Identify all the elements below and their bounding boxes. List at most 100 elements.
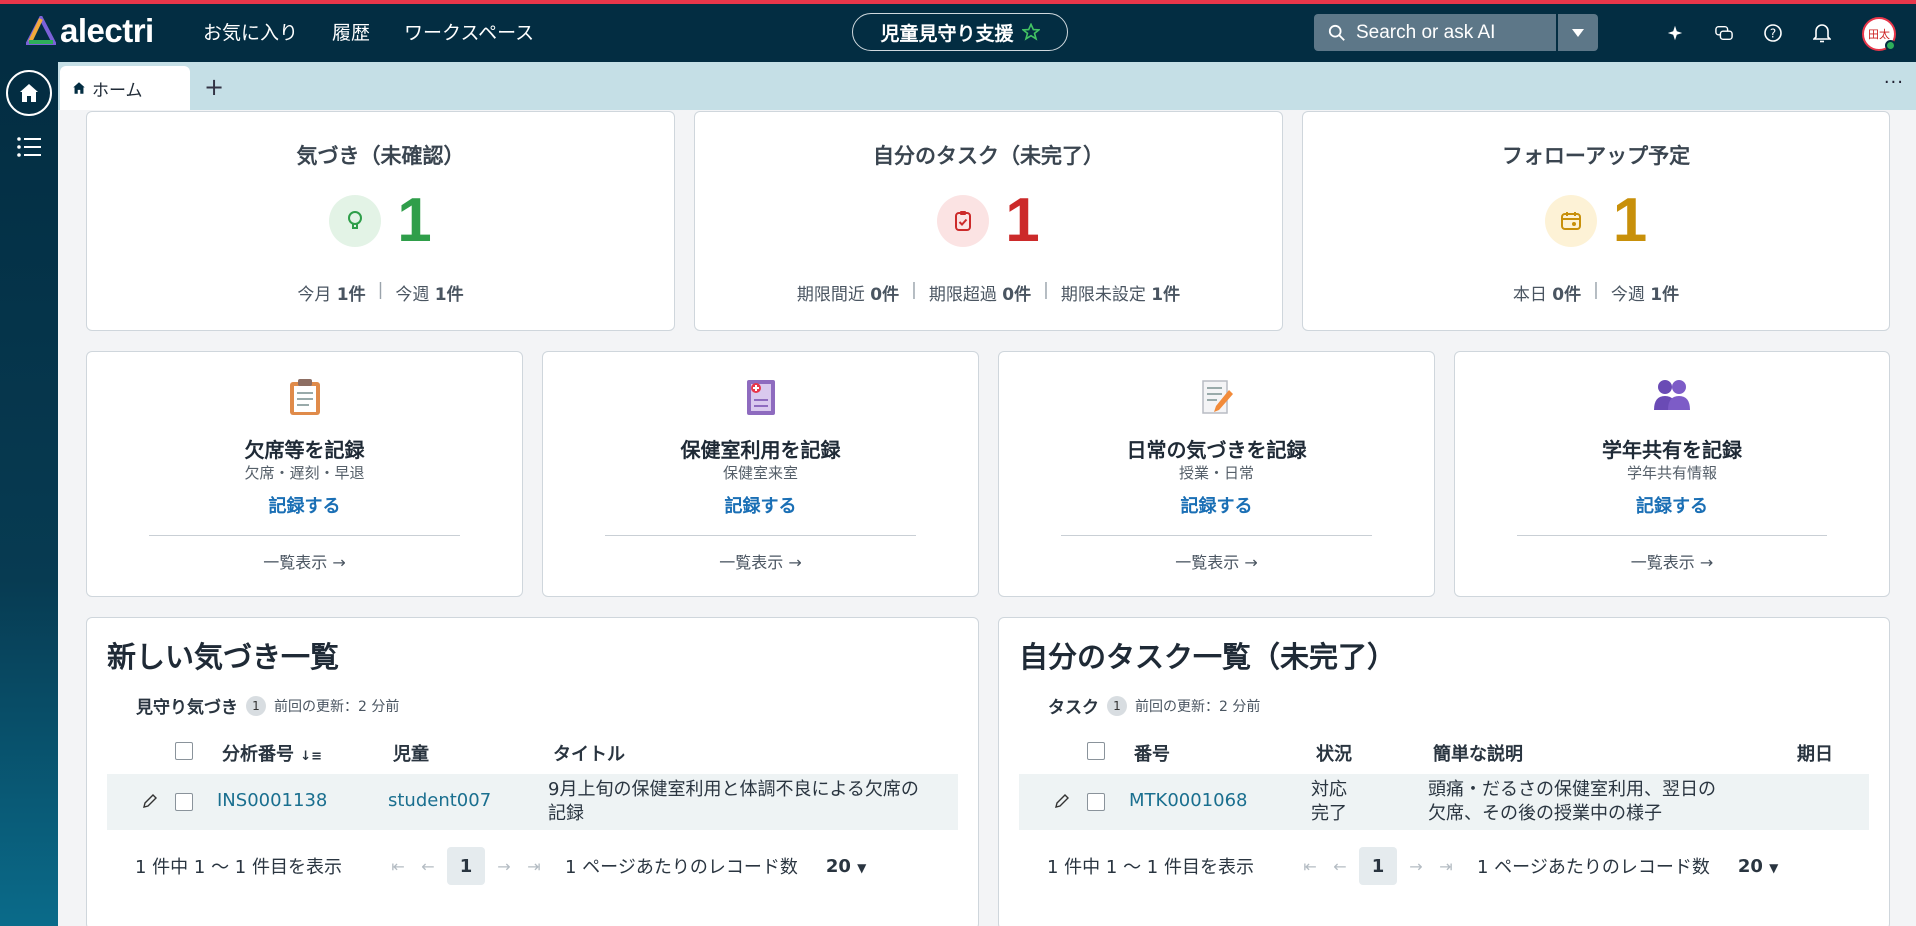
stat-card-insights[interactable]: 気づき（未確認） 1 今月 1件 | 今週 1件 <box>86 111 675 331</box>
stat-value: 1 <box>1612 186 1648 255</box>
workspace-title: 児童見守り支援 <box>880 22 1014 45</box>
stat-card-tasks[interactable]: 自分のタスク（未完了） 1 期限間近 0件 | 期限超過 0件 | 期限未設定 … <box>694 111 1283 331</box>
more-options-button[interactable]: ··· <box>1884 72 1904 93</box>
record-range-text: 1 件中 1 〜 1 件目を表示 <box>135 857 342 878</box>
view-list-link[interactable]: 一覧表示 → <box>1455 549 1889 573</box>
record-range-text: 1 件中 1 〜 1 件目を表示 <box>1047 857 1254 878</box>
header-icons: ? <box>1664 22 1833 44</box>
record-link[interactable]: 記録する <box>543 492 978 518</box>
record-link[interactable]: 記録する <box>87 492 522 518</box>
column-header-description[interactable]: 簡単な説明 <box>1433 740 1523 766</box>
column-header-number[interactable]: 分析番号 ↓≡ <box>222 740 322 766</box>
panel-title: 自分のタスク一覧（未完了） <box>1019 640 1397 674</box>
column-header-title[interactable]: タイトル <box>553 740 625 766</box>
nav-workspace[interactable]: ワークスペース <box>404 18 534 45</box>
stat-title: フォローアップ予定 <box>1501 144 1691 168</box>
edit-pencil-icon[interactable] <box>1055 792 1069 813</box>
help-icon[interactable]: ? <box>1762 22 1784 44</box>
next-page-icon[interactable]: → <box>489 857 519 876</box>
workspace-pill[interactable]: 児童見守り支援 <box>852 13 1068 51</box>
first-page-icon[interactable]: ⇤ <box>383 857 413 876</box>
column-header-status[interactable]: 状況 <box>1316 740 1352 766</box>
view-list-link[interactable]: 一覧表示 → <box>543 549 978 573</box>
action-subtitle: 保健室来室 <box>722 464 798 482</box>
nav-favorites[interactable]: お気に入り <box>203 18 298 45</box>
edit-pencil-icon[interactable] <box>143 792 157 813</box>
add-tab-button[interactable]: + <box>204 73 224 101</box>
search-input[interactable]: Search or ask AI <box>1314 22 1556 44</box>
stat-breakdown: 期限間近 0件 | 期限超過 0件 | 期限未設定 1件 <box>796 280 1181 305</box>
select-all-checkbox[interactable] <box>175 742 193 760</box>
pagination: 1 件中 1 〜 1 件目を表示 ⇤ ← 1 → ⇥ 1 ページあたりのレコード… <box>1047 846 1869 886</box>
current-page[interactable]: 1 <box>447 847 485 885</box>
search-box[interactable]: Search or ask AI <box>1314 14 1598 51</box>
divider <box>605 535 916 536</box>
action-subtitle: 授業・日常 <box>1178 464 1254 482</box>
table-row[interactable]: INS0001138 student007 9月上旬の保健室利用と体調不良による… <box>107 774 958 830</box>
sort-icon[interactable]: ↓≡ <box>300 749 322 764</box>
last-page-icon[interactable]: ⇥ <box>519 857 549 876</box>
row-checkbox[interactable] <box>1087 793 1105 811</box>
home-icon <box>20 84 38 102</box>
divider <box>1061 535 1372 536</box>
caret-down-icon: ▼ <box>1769 860 1779 875</box>
clipboard-icon <box>87 378 522 416</box>
task-description: 頭痛・だるさの保健室利用、翌日の欠席、その後の授業中の様子 <box>1428 779 1716 824</box>
list-meta: 見守り気づき 1 前回の更新：2 分前 <box>136 693 399 718</box>
people-icon <box>1455 378 1889 412</box>
last-page-icon[interactable]: ⇥ <box>1431 857 1461 876</box>
chat-icon[interactable] <box>1713 22 1735 44</box>
current-page[interactable]: 1 <box>1359 847 1397 885</box>
app-logo[interactable]: alectri <box>26 12 154 50</box>
home-icon <box>73 82 85 94</box>
logo-text: alectri <box>60 12 154 49</box>
action-title: 保健室利用を記録 <box>680 438 841 462</box>
view-list-link[interactable]: 一覧表示 → <box>87 549 522 573</box>
caret-down-icon: ▼ <box>857 860 867 875</box>
nav-history[interactable]: 履歴 <box>332 18 370 45</box>
column-header-student[interactable]: 児童 <box>393 740 429 766</box>
chevron-down-icon <box>1572 28 1584 37</box>
record-number-link[interactable]: MTK0001068 <box>1129 790 1248 811</box>
calendar-icon <box>1544 195 1597 247</box>
row-checkbox[interactable] <box>175 793 193 811</box>
rail-home-button[interactable] <box>6 70 52 116</box>
per-page-label: 1 ページあたりのレコード数 <box>565 857 798 878</box>
prev-page-icon[interactable]: ← <box>413 857 443 876</box>
first-page-icon[interactable]: ⇤ <box>1295 857 1325 876</box>
record-link[interactable]: 記録する <box>1455 492 1889 518</box>
bell-icon[interactable] <box>1811 22 1833 44</box>
search-dropdown-button[interactable] <box>1556 14 1598 51</box>
view-list-link[interactable]: 一覧表示 → <box>999 549 1434 573</box>
count-badge: 1 <box>1107 695 1127 716</box>
sparkle-icon[interactable] <box>1664 22 1686 44</box>
star-icon[interactable] <box>1021 23 1040 41</box>
tab-home-label: ホーム <box>92 80 143 101</box>
stat-title: 自分のタスク（未完了） <box>873 144 1104 168</box>
column-header-due-date[interactable]: 期日 <box>1797 740 1833 766</box>
per-page-select[interactable]: 20 ▼ <box>1738 856 1779 877</box>
user-avatar[interactable]: 田太 <box>1862 17 1896 51</box>
stat-card-followup[interactable]: フォローアップ予定 1 本日 0件 | 今週 1件 <box>1302 111 1890 331</box>
column-header-number[interactable]: 番号 <box>1134 740 1170 766</box>
per-page-select[interactable]: 20 ▼ <box>826 856 867 877</box>
logo-icon <box>26 16 56 45</box>
left-rail <box>0 62 58 926</box>
tab-home[interactable]: ホーム <box>60 66 190 110</box>
stat-breakdown: 今月 1件 | 今週 1件 <box>297 280 464 305</box>
tab-strip: ホーム + ··· <box>58 62 1916 110</box>
record-link[interactable]: 記録する <box>999 492 1434 518</box>
student-link[interactable]: student007 <box>388 790 491 811</box>
table-row[interactable]: MTK0001068 対応完了 頭痛・だるさの保健室利用、翌日の欠席、その後の授… <box>1019 774 1869 830</box>
record-number-link[interactable]: INS0001138 <box>217 790 327 811</box>
count-badge: 1 <box>246 695 266 716</box>
next-page-icon[interactable]: → <box>1401 857 1431 876</box>
medical-record-icon <box>543 378 978 416</box>
main-content: 気づき（未確認） 1 今月 1件 | 今週 1件 自分のタスク（未完了） 1 期… <box>58 110 1916 926</box>
action-card-daily-note: 日常の気づきを記録 授業・日常 記録する 一覧表示 → <box>998 351 1435 597</box>
clipboard-check-icon <box>937 195 990 247</box>
select-all-checkbox[interactable] <box>1087 742 1105 760</box>
prev-page-icon[interactable]: ← <box>1325 857 1355 876</box>
list-menu-icon[interactable] <box>16 136 42 162</box>
main-nav: お気に入り 履歴 ワークスペース <box>203 18 534 45</box>
